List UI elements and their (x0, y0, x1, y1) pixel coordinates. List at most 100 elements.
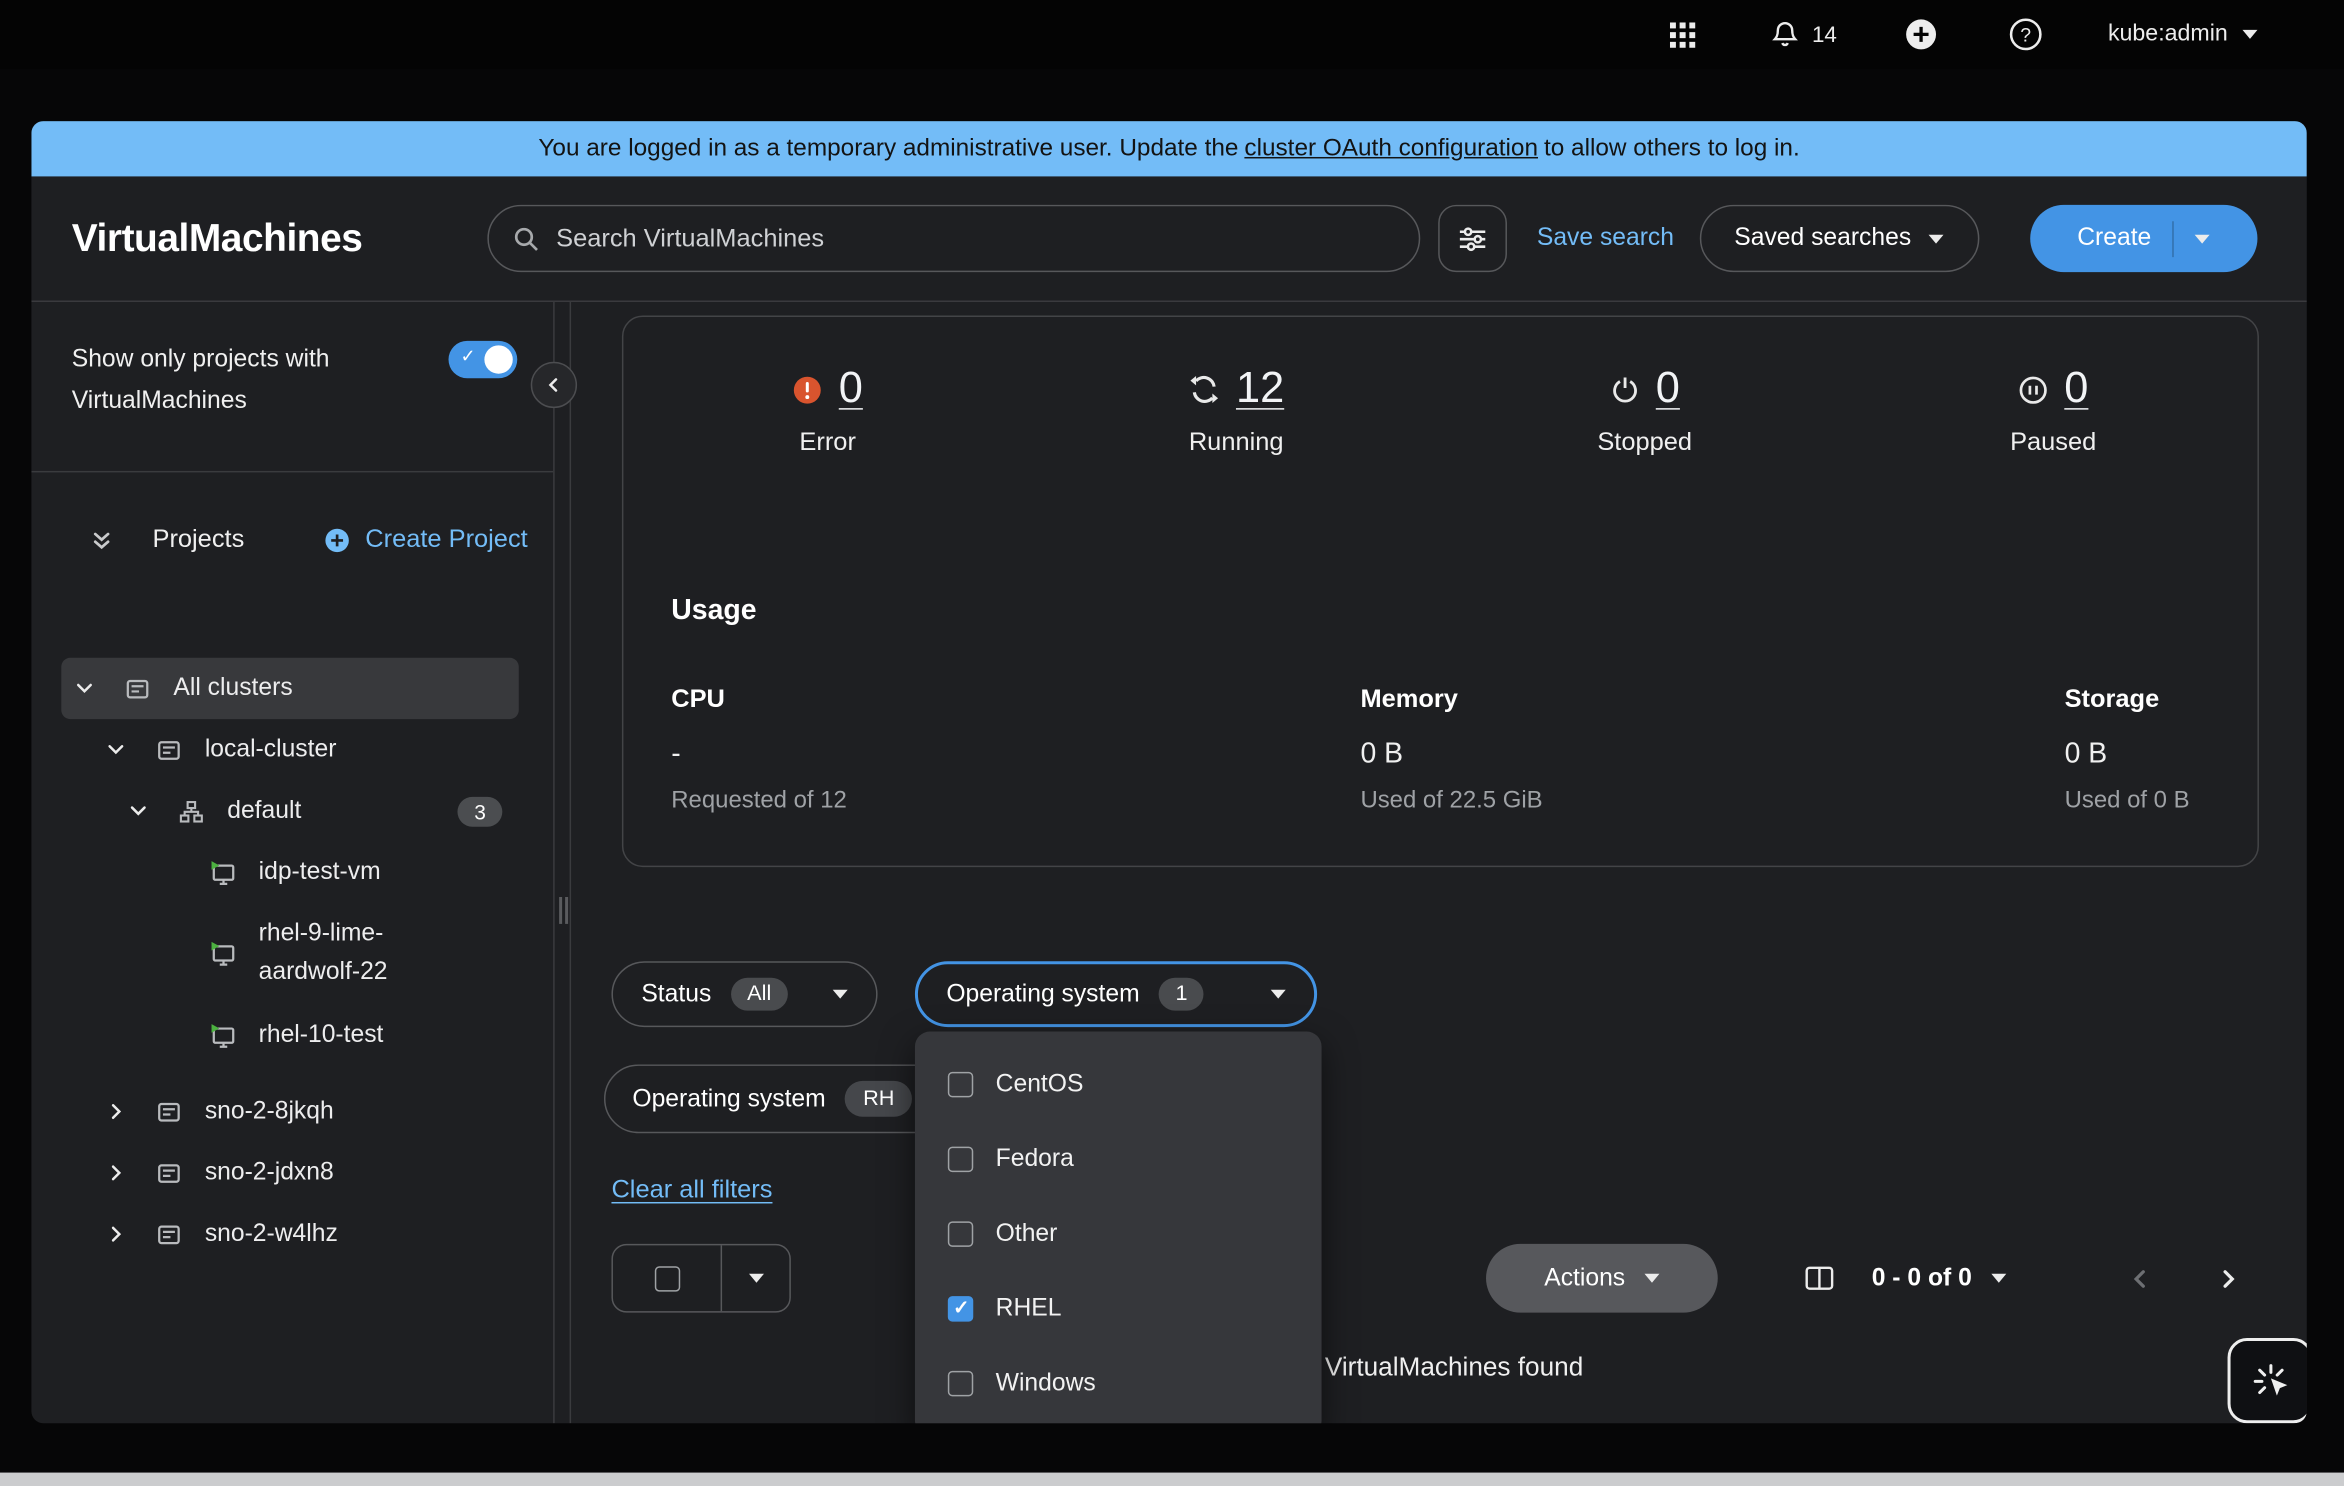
sliders-icon (1458, 224, 1488, 254)
tree-item-sno-2-w4lhz[interactable]: sno-2-w4lhz (61, 1203, 518, 1264)
main-content: 0 Error 12 Running (571, 302, 2307, 1423)
show-only-projects-toggle[interactable] (449, 341, 518, 378)
menu-item-fedora[interactable]: Fedora (915, 1121, 1322, 1196)
applied-filters-chip-group[interactable]: Operating system RH (604, 1064, 960, 1133)
menu-item-centos[interactable]: CentOS (915, 1047, 1322, 1122)
status-filter-label: Status (641, 980, 711, 1008)
create-project-link[interactable]: Create Project (325, 525, 528, 555)
cluster-icon (155, 1221, 182, 1248)
expand-all-icon[interactable] (90, 528, 114, 550)
tree-item-local-cluster[interactable]: local-cluster (61, 719, 518, 780)
stat-label: Stopped (1597, 428, 1692, 458)
paused-count-link[interactable]: 0 (2064, 365, 2088, 414)
stat-stopped: 0 Stopped (1440, 365, 1849, 458)
toggle-label: Show only projects with VirtualMachines (72, 338, 428, 471)
projects-header-row: Projects Create Project (31, 511, 553, 568)
tree-item-all-clusters[interactable]: All clusters (61, 658, 518, 719)
checkbox-icon[interactable] (948, 1146, 973, 1171)
bulk-select-control (611, 1244, 790, 1313)
chevron-left-icon (2128, 1267, 2150, 1289)
status-filter-dropdown[interactable]: Status All (611, 961, 877, 1027)
overview-card: 0 Error 12 Running (622, 315, 2259, 867)
app-launcher-icon[interactable] (1670, 16, 1695, 52)
saved-searches-label: Saved searches (1734, 224, 1911, 252)
status-summary: 0 Error 12 Running (623, 317, 2257, 458)
cluster-icon (124, 675, 151, 702)
user-menu[interactable]: kube:admin (2108, 16, 2258, 52)
banner-text: You are logged in as a temporary adminis… (538, 135, 1238, 163)
svg-text:?: ? (2020, 24, 2031, 46)
os-filter-label: Operating system (946, 980, 1139, 1008)
checkbox-icon[interactable] (948, 1295, 973, 1320)
tree-item-label: local-cluster (205, 731, 337, 769)
saved-searches-dropdown[interactable]: Saved searches (1699, 205, 1979, 272)
tree-item-sno-2-jdxn8[interactable]: sno-2-jdxn8 (61, 1142, 518, 1203)
tree-item-label: default (227, 792, 301, 830)
tree-item-idp-test-vm[interactable]: idp-test-vm (61, 842, 518, 903)
bulk-select-checkbox[interactable] (613, 1245, 722, 1311)
toggle-knob (484, 345, 512, 373)
os-filter-menu: CentOS Fedora Other RHEL (915, 1032, 1322, 1424)
menu-item-other[interactable]: Other (915, 1196, 1322, 1271)
stat-error: 0 Error (623, 365, 1032, 458)
empty-state-text: No VirtualMachines found (571, 1351, 2296, 1382)
menu-item-windows[interactable]: Windows (915, 1346, 1322, 1421)
page-root: 14 ? kube:admin You are logged in as a t… (0, 0, 2344, 1486)
chevron-down-icon (748, 1274, 763, 1283)
pagination-prev-button[interactable] (2105, 1244, 2174, 1313)
os-filter-dropdown[interactable]: Operating system 1 (915, 961, 1317, 1027)
vm-count-badge: 3 (458, 796, 503, 826)
tree-item-sno-2-8jkqh[interactable]: sno-2-8jkqh (61, 1081, 518, 1142)
checkbox-icon[interactable] (948, 1370, 973, 1395)
help-icon[interactable]: ? (2009, 16, 2042, 52)
chevron-right-icon[interactable] (105, 1162, 126, 1183)
quick-create-icon[interactable] (1905, 16, 1938, 52)
checkbox-icon[interactable] (948, 1221, 973, 1246)
usage-storage: Storage 0 B Used of 0 B (2065, 685, 2210, 815)
sidebar-filter-toggle-row: Show only projects with VirtualMachines (31, 302, 553, 472)
menu-item-label: CentOS (996, 1070, 1084, 1098)
pagination-dropdown[interactable]: 0 - 0 of 0 (1872, 1244, 2006, 1313)
search-input[interactable] (556, 224, 1395, 254)
tree-item-label: rhel-10-test (259, 1016, 384, 1054)
chevron-right-icon[interactable] (105, 1224, 126, 1245)
running-count-link[interactable]: 12 (1236, 365, 1284, 414)
pagination-next-button[interactable] (2193, 1244, 2262, 1313)
click-indicator-badge (2228, 1338, 2307, 1423)
temp-admin-banner: You are logged in as a temporary adminis… (31, 121, 2306, 176)
chevron-right-icon[interactable] (105, 1101, 126, 1122)
save-search-link[interactable]: Save search (1537, 224, 1674, 252)
tree-item-default[interactable]: default 3 (61, 780, 518, 841)
manage-columns-button[interactable] (1785, 1244, 1854, 1313)
advanced-search-button[interactable] (1438, 205, 1507, 272)
filter-toolbar: Status All Operating system 1 (611, 961, 1317, 1027)
sidebar-resizer[interactable] (553, 302, 571, 1423)
bell-icon (1770, 19, 1800, 50)
sidebar-collapse-button[interactable] (531, 362, 577, 408)
chevron-down-icon[interactable] (73, 678, 94, 699)
usage-section: Usage CPU - Requested of 12 Memory 0 B U… (671, 595, 2209, 815)
oauth-config-link[interactable]: cluster OAuth configuration (1244, 135, 1538, 163)
paused-icon (2018, 374, 2048, 404)
chevron-down-icon[interactable] (127, 801, 148, 822)
stat-paused: 0 Paused (1849, 365, 2258, 458)
stopped-count-link[interactable]: 0 (1656, 365, 1680, 414)
tree-item-rhel-9-lime-aardwolf-22[interactable]: rhel-9-lime-aardwolf-22 (61, 903, 518, 1005)
tree-item-rhel-10-test[interactable]: rhel-10-test (61, 1005, 518, 1066)
banner-text-after: to allow others to log in. (1544, 135, 1800, 163)
resizer-grip-icon (559, 897, 568, 924)
create-button[interactable]: Create (2030, 205, 2257, 272)
menu-item-rhel[interactable]: RHEL (915, 1271, 1322, 1346)
chevron-down-icon[interactable] (105, 739, 126, 760)
bulk-select-dropdown[interactable] (722, 1245, 789, 1311)
stat-label: Error (799, 428, 855, 458)
vm-icon (209, 859, 236, 886)
error-count-link[interactable]: 0 (839, 365, 863, 414)
checkbox-icon[interactable] (948, 1071, 973, 1096)
actions-dropdown[interactable]: Actions (1486, 1244, 1718, 1313)
actions-label: Actions (1544, 1264, 1625, 1292)
filter-chip[interactable]: RH (845, 1081, 912, 1117)
chevron-down-icon (833, 990, 848, 999)
notifications-button[interactable]: 14 (1770, 16, 1837, 52)
clear-all-filters-link[interactable]: Clear all filters (611, 1175, 772, 1205)
